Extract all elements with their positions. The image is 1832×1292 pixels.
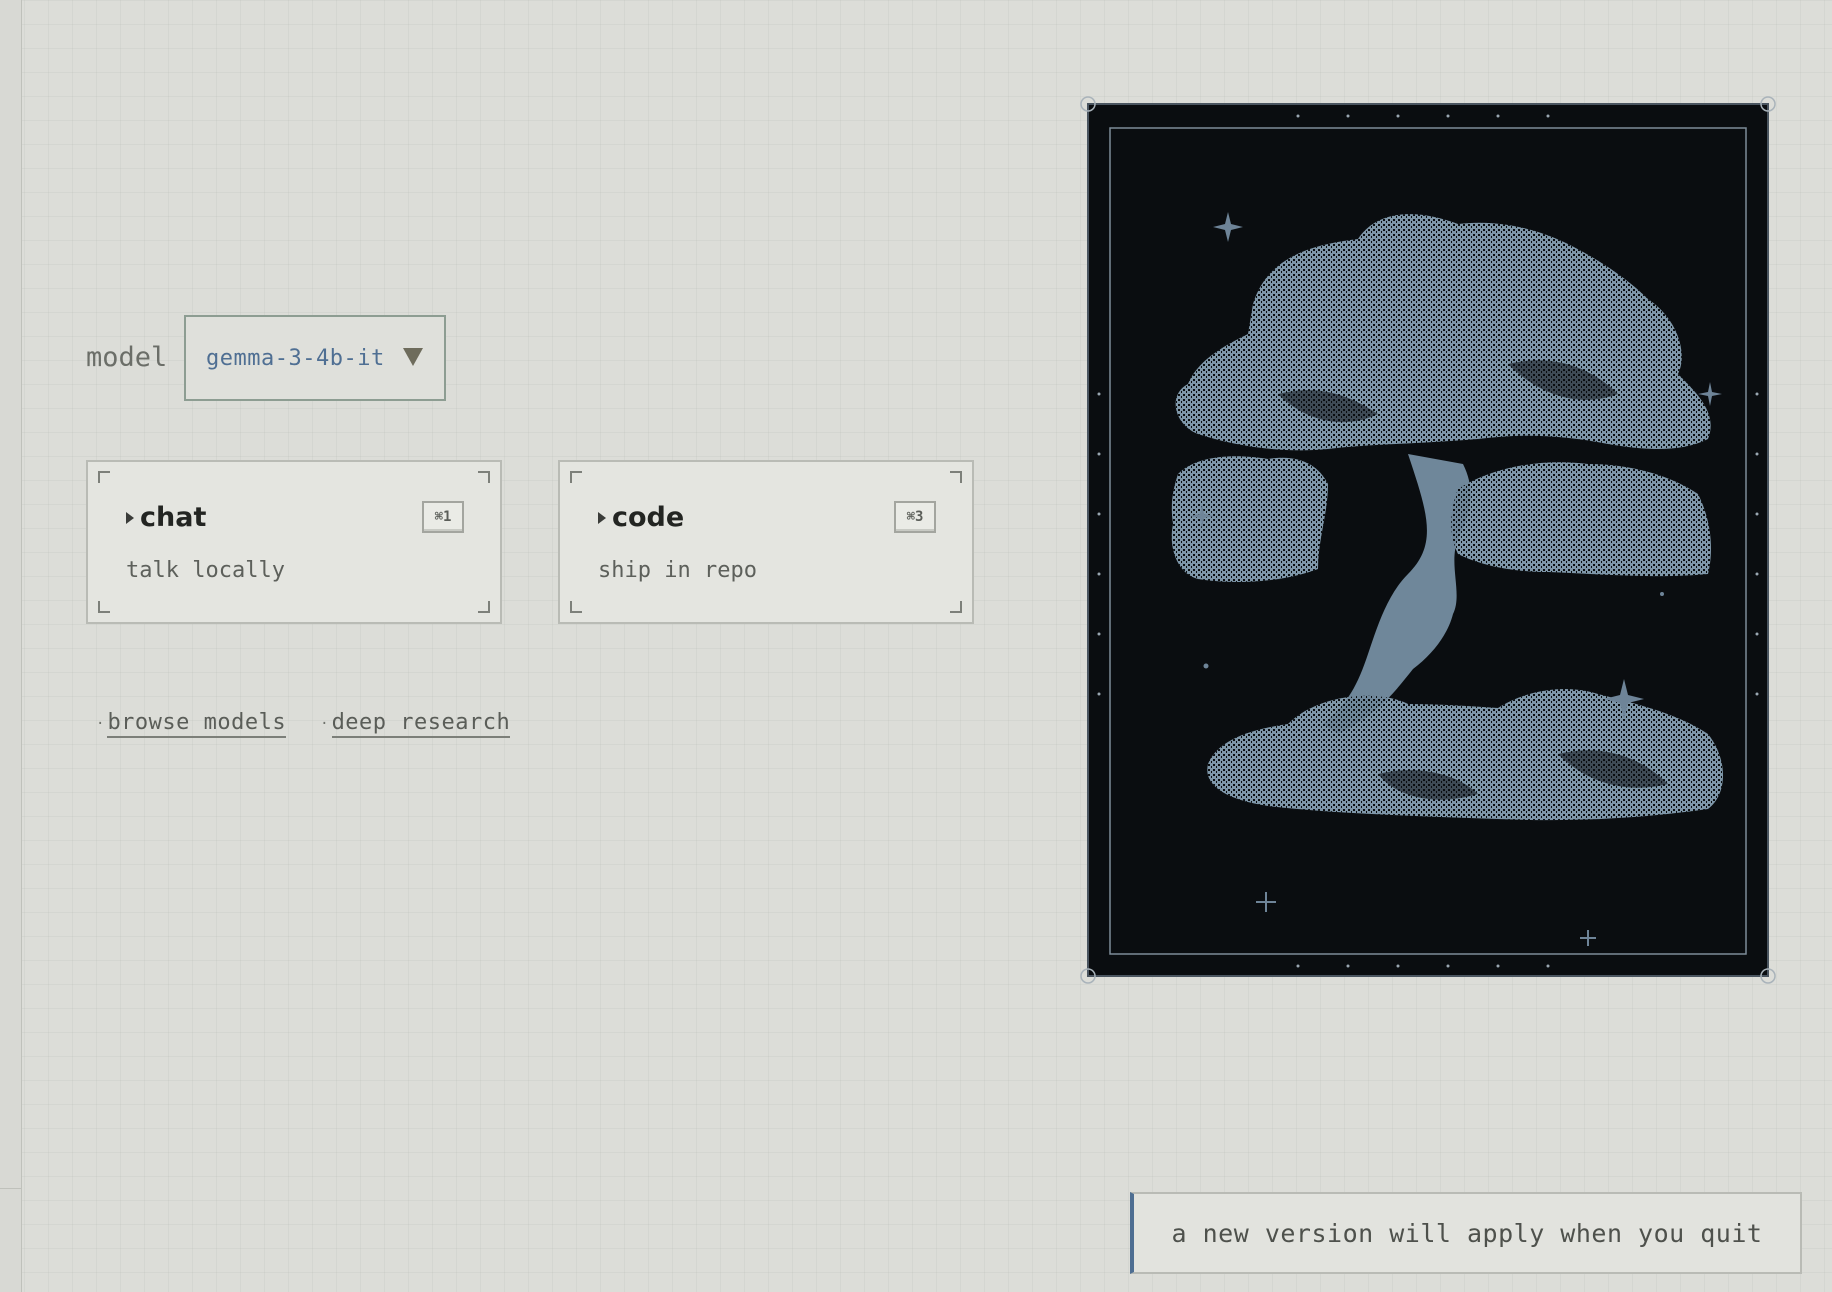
left-dot — [1097, 452, 1101, 456]
play-triangle-icon — [598, 511, 606, 524]
bottom-dot — [1546, 964, 1550, 968]
left-dot — [1097, 572, 1101, 576]
model-label: model — [86, 342, 168, 373]
shortcut-badge: ⌘3 — [894, 501, 936, 533]
browse-models-link[interactable]: · browse models — [96, 710, 287, 738]
model-select[interactable]: gemma-3-4b-it — [184, 315, 446, 401]
secondary-links: · browse models · deep research — [96, 710, 511, 738]
model-select-value: gemma-3-4b-it — [206, 345, 385, 371]
left-dot — [1097, 632, 1101, 636]
mode-title-row: chat — [126, 502, 206, 533]
bonsai-artwork — [1080, 96, 1776, 984]
left-dot — [1097, 512, 1101, 516]
bottom-dot — [1446, 964, 1450, 968]
corner-bracket — [950, 471, 962, 483]
left-dot — [1097, 392, 1101, 396]
corner-bracket — [570, 471, 582, 483]
corner-bracket — [98, 471, 110, 483]
right-dot — [1755, 512, 1759, 516]
corner-bracket — [570, 601, 582, 613]
top-dot — [1396, 114, 1400, 118]
top-dot — [1496, 114, 1500, 118]
mode-title: chat — [140, 502, 207, 533]
left-dot — [1097, 692, 1101, 696]
mode-card-chat[interactable]: chat ⌘1 talk locally — [86, 460, 502, 624]
bottom-dot — [1346, 964, 1350, 968]
shortcut-badge: ⌘1 — [422, 501, 464, 533]
deep-research-link[interactable]: · deep research — [320, 710, 511, 738]
mode-description: talk locally — [126, 558, 285, 583]
corner-bracket — [950, 601, 962, 613]
link-label: browse models — [107, 710, 287, 738]
play-triangle-icon — [126, 511, 134, 524]
right-dot — [1755, 572, 1759, 576]
mode-title-row: code — [598, 502, 684, 533]
right-dot — [1755, 692, 1759, 696]
update-notice: a new version will apply when you quit — [1130, 1192, 1802, 1274]
right-dot — [1755, 452, 1759, 456]
dot-star — [1203, 663, 1209, 669]
mode-title: code — [612, 502, 685, 533]
caret-down-icon — [403, 348, 423, 366]
top-dot — [1346, 114, 1350, 118]
bottom-dot — [1396, 964, 1400, 968]
mode-description: ship in repo — [598, 558, 757, 583]
update-notice-message: a new version will apply when you quit — [1171, 1218, 1763, 1248]
top-dot — [1296, 114, 1300, 118]
corner-bracket — [478, 471, 490, 483]
bottom-dot — [1296, 964, 1300, 968]
top-dot — [1546, 114, 1550, 118]
mode-card-code[interactable]: code ⌘3 ship in repo — [558, 460, 974, 624]
dot-icon: · — [320, 716, 329, 732]
link-label: deep research — [331, 710, 511, 738]
right-dot — [1755, 392, 1759, 396]
bottom-dot — [1496, 964, 1500, 968]
dot-icon: · — [96, 716, 105, 732]
corner-bracket — [98, 601, 110, 613]
dot-star — [1660, 592, 1664, 596]
top-dot — [1446, 114, 1450, 118]
right-dot — [1755, 632, 1759, 636]
corner-bracket — [478, 601, 490, 613]
left-rail-divider — [0, 1188, 21, 1189]
left-rail — [0, 0, 22, 1292]
